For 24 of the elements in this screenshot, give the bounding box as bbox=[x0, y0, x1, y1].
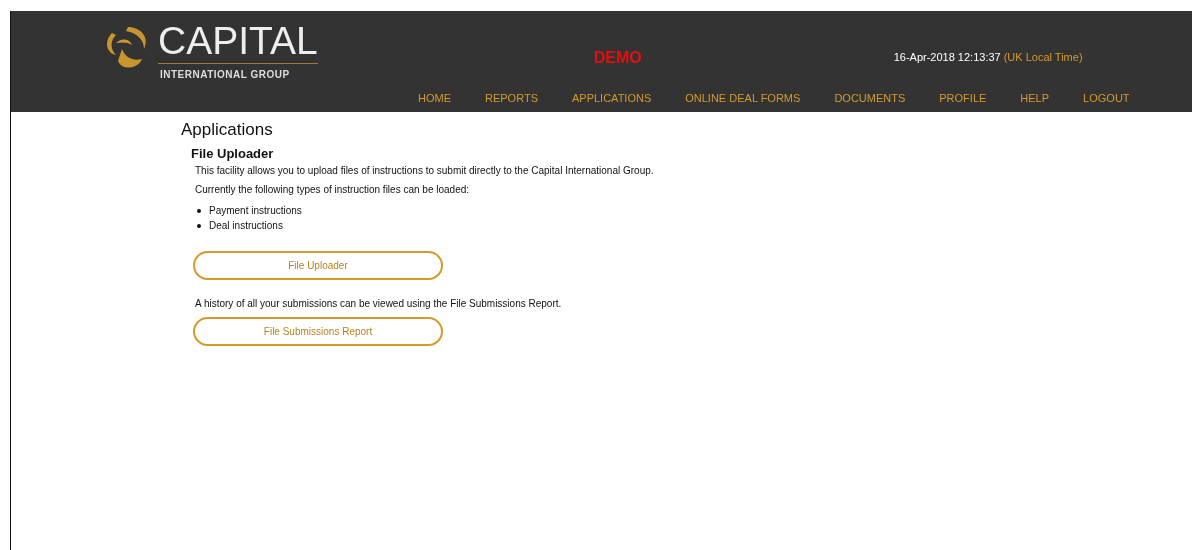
page-title: Applications bbox=[181, 120, 274, 140]
date-time: 16-Apr-2018 12:13:37 bbox=[893, 51, 1001, 63]
nav-link[interactable]: HOME bbox=[418, 92, 451, 104]
logo-wordmark: CAPITAL bbox=[158, 21, 318, 64]
timezone-note: (UK Local Time) bbox=[1003, 51, 1083, 63]
list-item: Deal instructions bbox=[209, 219, 283, 232]
nav-link[interactable]: DOCUMENTS bbox=[834, 92, 906, 104]
bullet-icon bbox=[197, 223, 201, 228]
types-label: Currently the following types of instruction files can be loaded: bbox=[195, 184, 471, 195]
nav-link[interactable]: APPLICATIONS bbox=[572, 92, 652, 104]
nav-link[interactable]: LOGOUT bbox=[1083, 92, 1130, 104]
file-uploader-button[interactable]: File Uploader bbox=[193, 251, 443, 280]
section-title: File Uploader bbox=[191, 146, 275, 161]
nav-link[interactable]: HELP bbox=[1020, 92, 1050, 104]
bullet-icon bbox=[197, 208, 201, 213]
intro-text: This facility allows you to upload files of instructions to submit directly to the Capital International Group. bbox=[195, 165, 655, 176]
environment-label: DEMO bbox=[593, 49, 642, 67]
file-submissions-report-button[interactable]: File Submissions Report bbox=[193, 317, 443, 346]
nav-link[interactable]: REPORTS bbox=[485, 92, 538, 104]
logo-subtitle: INTERNATIONAL GROUP bbox=[160, 69, 291, 80]
nav-link[interactable]: PROFILE bbox=[939, 92, 987, 104]
history-text: A history of all your submissions can be viewed using the File Submissions Report. bbox=[195, 298, 563, 309]
list-item: Payment instructions bbox=[209, 204, 302, 217]
nav-link[interactable]: ONLINE DEAL FORMS bbox=[685, 92, 801, 104]
